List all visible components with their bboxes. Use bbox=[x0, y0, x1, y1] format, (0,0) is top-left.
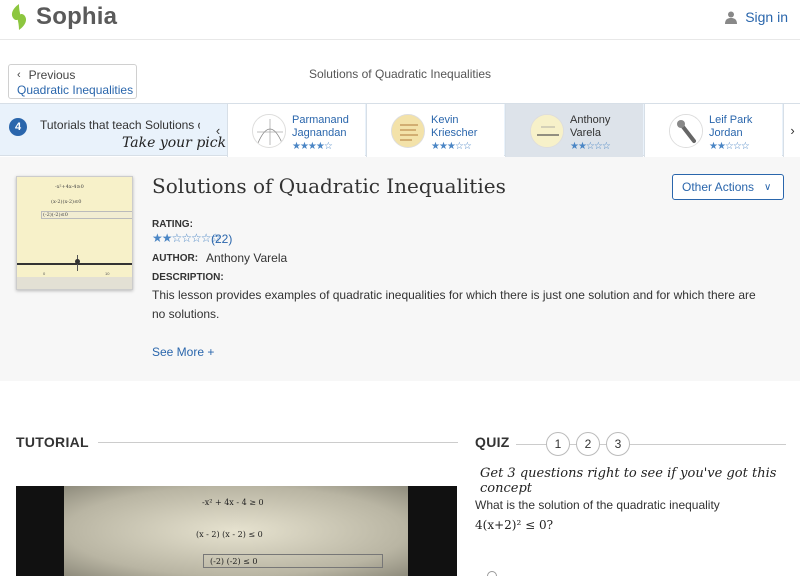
user-icon bbox=[725, 11, 738, 24]
card-author: Leif Park Jordan bbox=[709, 114, 753, 139]
tutorial-card[interactable]: Kevin Kriescher ★★★☆☆ bbox=[366, 104, 504, 157]
quiz-step-3[interactable]: 3 bbox=[606, 432, 630, 456]
tutorial-card-selected[interactable]: Anthony Varela ★★☆☆☆ bbox=[505, 104, 643, 157]
chevron-left-icon: ‹ bbox=[215, 123, 221, 138]
sophia-leaf-icon bbox=[11, 4, 27, 31]
quiz-step-2[interactable]: 2 bbox=[576, 432, 600, 456]
tutorials-strip: 4 Tutorials that teach Solutions of Take… bbox=[0, 103, 800, 157]
answer-radio[interactable] bbox=[487, 571, 497, 576]
rating-count[interactable]: (22) bbox=[211, 232, 232, 246]
sophia-logo[interactable]: Sophia bbox=[8, 3, 117, 31]
video-line-2: (x - 2) (x - 2) ≤ 0 bbox=[196, 530, 263, 539]
tool-thumbnail-icon bbox=[669, 114, 703, 148]
page-title: Solutions of Quadratic Inequalities bbox=[308, 67, 492, 81]
lesson-thumbnail[interactable]: -x²+4x-4≥0 (x-2)(x-2)≤0 (-2)(-2)≤0 0 10 bbox=[16, 176, 133, 290]
tutorial-count-badge: 4 bbox=[9, 118, 27, 136]
strip-next-arrow[interactable]: › bbox=[783, 104, 800, 157]
board-thumbnail-icon bbox=[530, 114, 564, 148]
card-author: Parmanand Jagnandan bbox=[292, 114, 349, 139]
card-author: Kevin Kriescher bbox=[431, 114, 478, 139]
notes-thumbnail-icon bbox=[391, 114, 425, 148]
card-rating: ★★☆☆☆ bbox=[709, 141, 750, 152]
video-line-1: -x² + 4x - 4 ≥ 0 bbox=[202, 498, 264, 507]
author-label: AUTHOR: bbox=[152, 253, 199, 264]
description-label: DESCRIPTION: bbox=[152, 272, 224, 283]
card-rating: ★★★★☆ bbox=[292, 141, 333, 152]
lesson-info-panel: -x²+4x-4≥0 (x-2)(x-2)≤0 (-2)(-2)≤0 0 10 … bbox=[0, 157, 800, 381]
thumb-axis-right: 10 bbox=[105, 271, 110, 276]
other-actions-button[interactable]: Other Actions ∨ bbox=[672, 174, 784, 200]
video-frame: -x² + 4x - 4 ≥ 0 (x - 2) (x - 2) ≤ 0 (-2… bbox=[64, 486, 408, 576]
tutorials-label: Tutorials that teach Solutions of bbox=[40, 118, 200, 132]
sign-in-link[interactable]: Sign in bbox=[725, 9, 788, 25]
tutorial-card[interactable]: Parmanand Jagnandan ★★★★☆ bbox=[227, 104, 365, 157]
strip-prev-arrow[interactable]: ‹ bbox=[209, 104, 227, 157]
thumb-line-3: (-2)(-2)≤0 bbox=[43, 212, 68, 218]
quiz-heading: QUIZ bbox=[475, 434, 510, 450]
quiz-inequality: 4(x+2)² ≤ 0? bbox=[475, 518, 554, 532]
quiz-step-1[interactable]: 1 bbox=[546, 432, 570, 456]
lesson-title: Solutions of Quadratic Inequalities bbox=[152, 174, 506, 198]
card-rating: ★★☆☆☆ bbox=[570, 141, 611, 152]
video-line-3: (-2) (-2) ≤ 0 bbox=[210, 557, 258, 566]
other-actions-label: Other Actions bbox=[682, 180, 755, 194]
chevron-down-icon: ∨ bbox=[764, 181, 772, 193]
lesson-description: This lesson provides examples of quadrat… bbox=[152, 288, 756, 321]
thumb-line-1: -x²+4x-4≥0 bbox=[55, 184, 84, 190]
thumb-line-2: (x-2)(x-2)≤0 bbox=[51, 199, 82, 205]
chevron-right-icon: › bbox=[790, 123, 795, 138]
thumb-axis-left: 0 bbox=[43, 271, 46, 276]
top-header: Sophia Sign in bbox=[0, 0, 800, 40]
card-author: Anthony Varela bbox=[570, 114, 611, 139]
graph-thumbnail-icon bbox=[252, 114, 286, 148]
tutorial-card[interactable]: Leif Park Jordan ★★☆☆☆ bbox=[644, 104, 782, 157]
tutorial-heading: TUTORIAL bbox=[16, 434, 89, 450]
sign-in-label: Sign in bbox=[745, 9, 788, 25]
see-more-link[interactable]: See More + bbox=[152, 345, 214, 359]
tutorial-divider bbox=[98, 442, 458, 443]
quiz-tagline: Get 3 questions right to see if you've g… bbox=[480, 466, 777, 496]
tutorial-video[interactable]: -x² + 4x - 4 ≥ 0 (x - 2) (x - 2) ≤ 0 (-2… bbox=[16, 486, 457, 576]
rating-label: RATING: bbox=[152, 219, 193, 230]
previous-target: Quadratic Inequalities bbox=[17, 83, 134, 97]
card-rating: ★★★☆☆ bbox=[431, 141, 472, 152]
quiz-question: What is the solution of the quadratic in… bbox=[475, 498, 720, 512]
brand-name: Sophia bbox=[36, 3, 118, 30]
author-name: Anthony Varela bbox=[206, 251, 288, 265]
